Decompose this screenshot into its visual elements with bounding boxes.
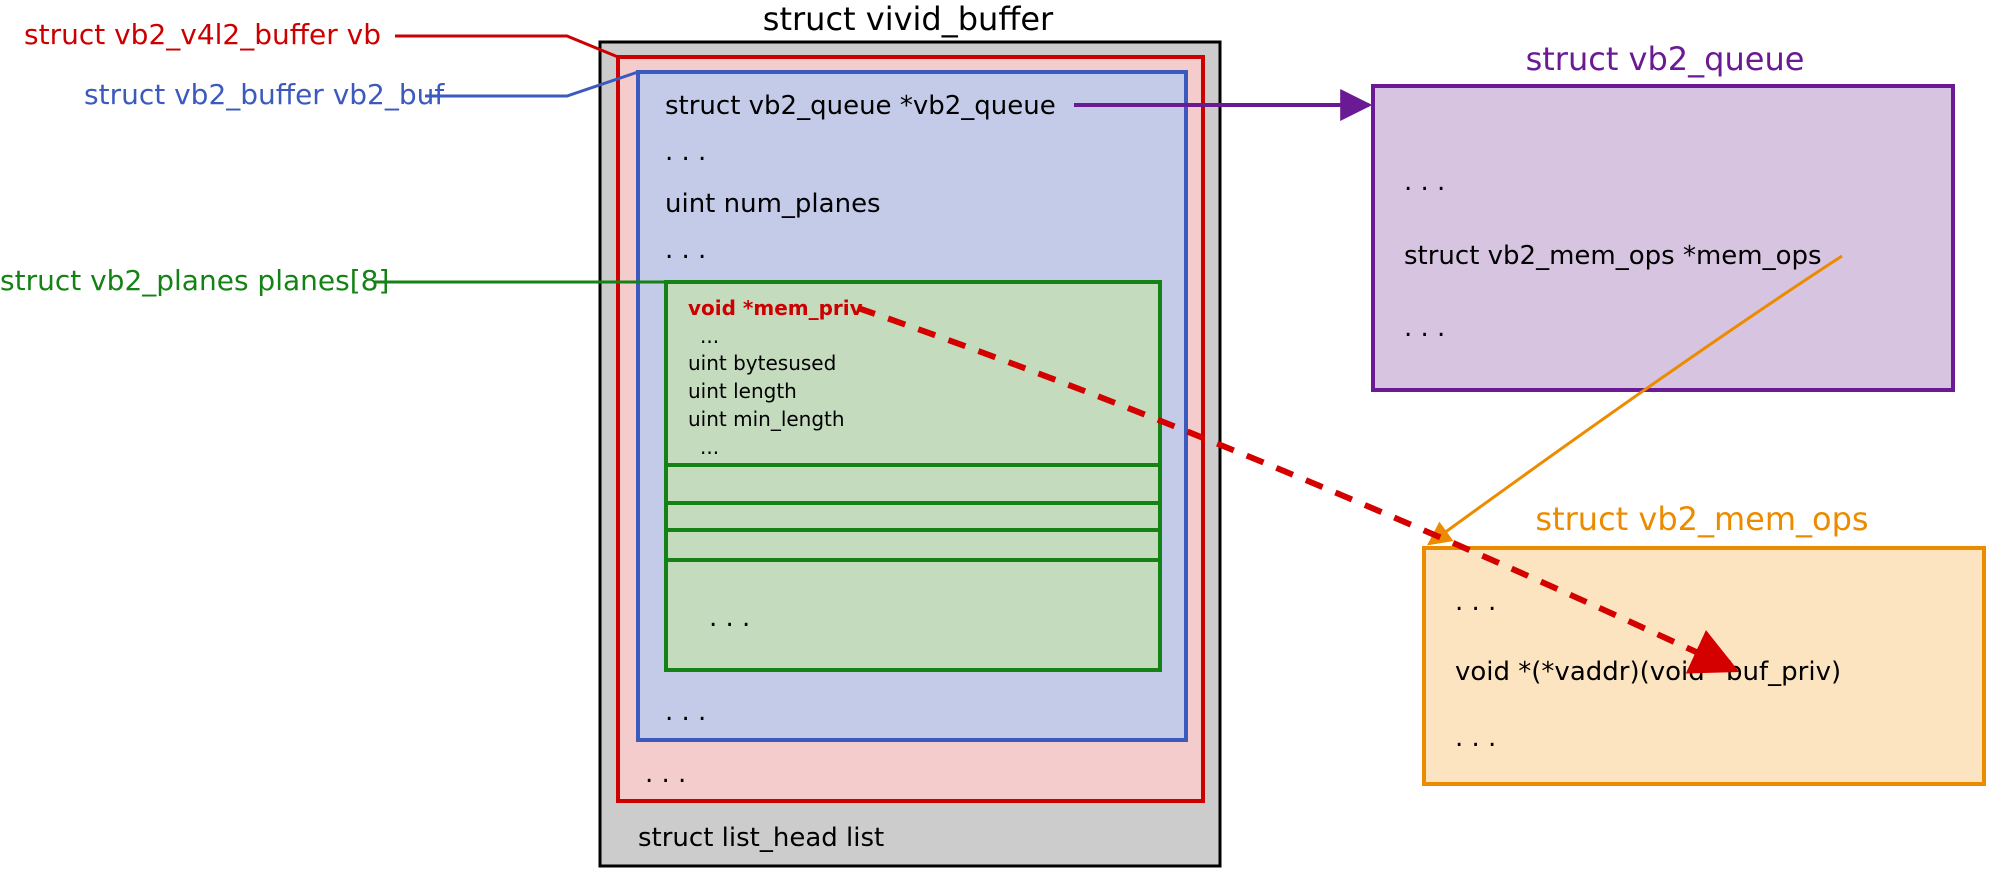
planes-dots2: ... <box>700 435 719 459</box>
vb2queue-memops-field: struct vb2_mem_ops *mem_ops <box>1404 241 1822 271</box>
vivid-buffer-title: struct vivid_buffer <box>763 0 1054 38</box>
planes-label: struct vb2_planes planes[8] <box>0 264 389 297</box>
vb-leader <box>395 36 618 57</box>
vb2buf-label: struct vb2_buffer vb2_buf <box>84 78 445 111</box>
vb2queue-dots1: . . . <box>1404 167 1445 197</box>
vb-label: struct vb2_v4l2_buffer vb <box>24 18 381 51</box>
memops-vaddr: void *(*vaddr)(void *buf_priv) <box>1455 657 1841 687</box>
vb2queue-title: struct vb2_queue <box>1526 40 1805 78</box>
planes-dots1: ... <box>700 324 719 348</box>
diagram-canvas: struct vivid_buffer struct list_head lis… <box>0 0 2000 872</box>
vb2buf-dots2: . . . <box>665 235 706 265</box>
memops-dots2: . . . <box>1455 723 1496 753</box>
memops-title: struct vb2_mem_ops <box>1535 500 1868 538</box>
planes-length: uint length <box>688 379 797 403</box>
list-head-field: struct list_head list <box>638 823 884 853</box>
vb2queue-dots2: . . . <box>1404 313 1445 343</box>
planes-bytesused: uint bytesused <box>688 351 836 375</box>
memops-dots1: . . . <box>1455 587 1496 617</box>
vb2buf-dots1: . . . <box>665 137 706 167</box>
vb-dots: . . . <box>645 759 686 789</box>
planes-minlength: uint min_length <box>688 407 845 431</box>
vb2buf-field-queue: struct vb2_queue *vb2_queue <box>665 91 1056 121</box>
vb2buf-dots3: . . . <box>665 697 706 727</box>
planes-more: . . . <box>709 603 750 633</box>
vb2queue-box <box>1373 86 1953 390</box>
vb2buf-field-numplanes: uint num_planes <box>665 189 881 219</box>
planes-mempriv: void *mem_priv <box>688 296 863 320</box>
